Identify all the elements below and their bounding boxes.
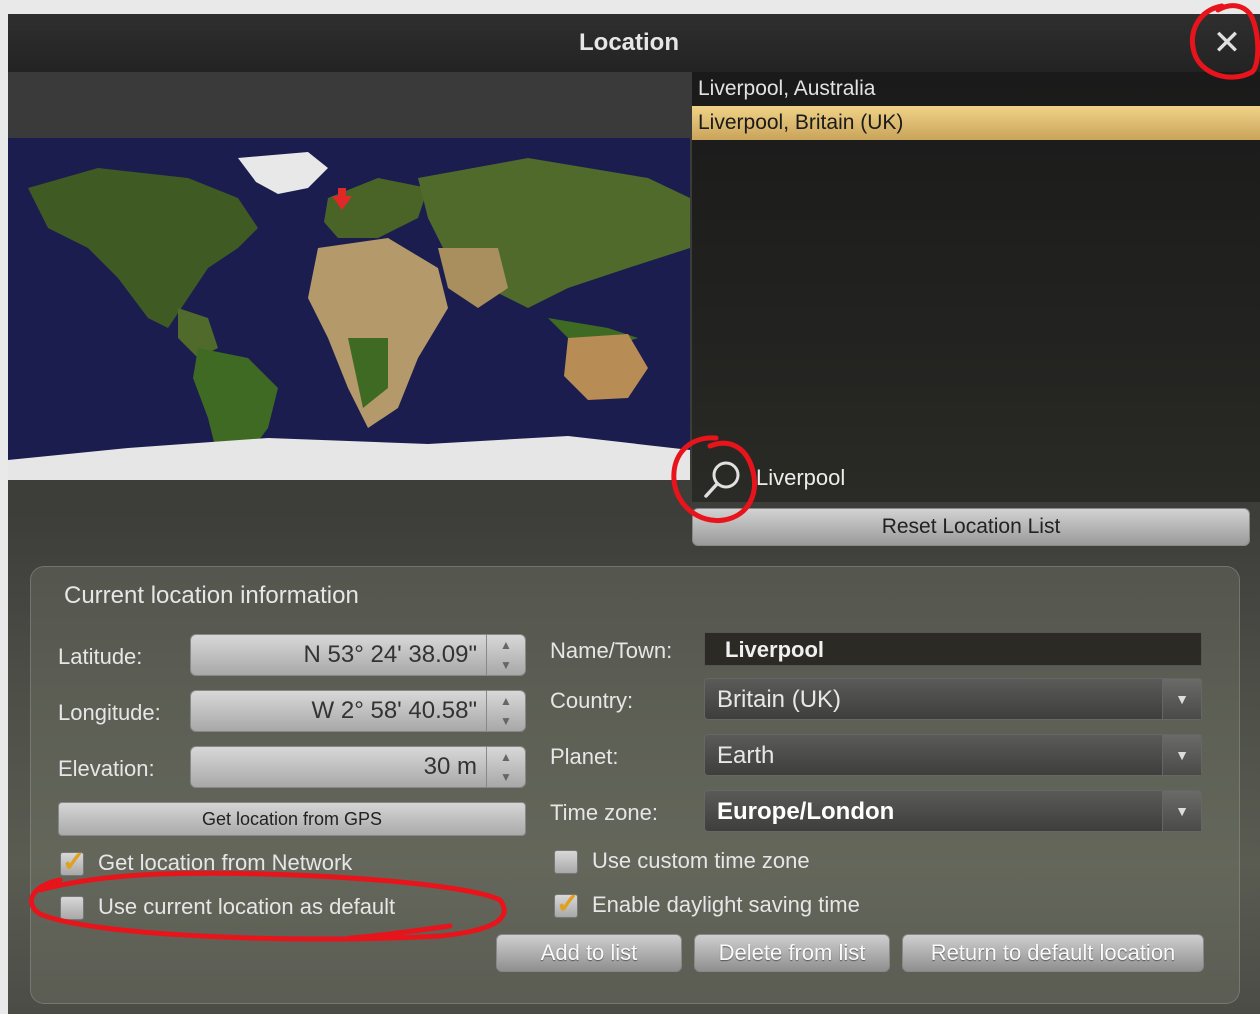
get-location-from-gps-button[interactable]: Get location from GPS	[58, 802, 526, 836]
check-icon: ✓	[62, 846, 86, 877]
latitude-spinbox[interactable]: N 53° 24' 38.09" ▲ ▼	[190, 634, 526, 676]
elevation-stepper[interactable]: ▲ ▼	[486, 747, 525, 787]
search-input[interactable]	[754, 460, 1238, 496]
location-dialog: Location ✕ Liverpool, Australia Liverpoo…	[8, 14, 1260, 1014]
world-map[interactable]	[8, 138, 690, 480]
chevron-up-icon[interactable]: ▲	[487, 635, 525, 655]
world-map-image	[8, 138, 690, 480]
title-bar[interactable]: Location ✕	[8, 14, 1260, 72]
location-list[interactable]: Liverpool, Australia Liverpool, Britain …	[692, 72, 1260, 502]
name-town-field[interactable]: Liverpool	[704, 632, 1202, 666]
chevron-up-icon[interactable]: ▲	[487, 747, 525, 767]
list-item[interactable]: Liverpool, Australia	[692, 72, 1260, 106]
map-header-area	[8, 72, 690, 138]
return-to-default-location-button[interactable]: Return to default location	[902, 934, 1204, 972]
country-select[interactable]: Britain (UK) ▼	[704, 678, 1202, 720]
longitude-spinbox[interactable]: W 2° 58' 40.58" ▲ ▼	[190, 690, 526, 732]
daylight-saving-label: Enable daylight saving time	[592, 892, 860, 917]
daylight-saving-checkbox[interactable]: ✓	[554, 888, 579, 919]
check-icon: ✓	[556, 888, 580, 919]
network-location-label: Get location from Network	[98, 850, 353, 875]
section-title: Current location information	[64, 582, 359, 609]
longitude-stepper[interactable]: ▲ ▼	[486, 691, 525, 731]
planet-select[interactable]: Earth ▼	[704, 734, 1202, 776]
chevron-down-icon[interactable]: ▼	[1162, 679, 1201, 719]
default-location-checkbox[interactable]	[60, 896, 84, 920]
chevron-down-icon[interactable]: ▼	[487, 711, 525, 731]
chevron-down-icon[interactable]: ▼	[1162, 735, 1201, 775]
custom-time-zone-label: Use custom time zone	[592, 848, 810, 873]
chevron-up-icon[interactable]: ▲	[487, 691, 525, 711]
planet-value: Earth	[717, 742, 775, 769]
chevron-down-icon[interactable]: ▼	[1162, 791, 1201, 831]
default-location-label: Use current location as default	[98, 894, 396, 919]
close-button[interactable]: ✕	[1210, 26, 1244, 60]
dialog-title: Location	[579, 29, 679, 56]
planet-label: Planet:	[550, 744, 619, 769]
custom-time-zone-checkbox[interactable]	[554, 850, 578, 874]
latitude-value: N 53° 24' 38.09"	[303, 641, 477, 668]
close-icon: ✕	[1212, 24, 1242, 62]
latitude-stepper[interactable]: ▲ ▼	[486, 635, 525, 675]
longitude-value: W 2° 58' 40.58"	[311, 697, 477, 724]
time-zone-select[interactable]: Europe/London ▼	[704, 790, 1202, 832]
latitude-label: Latitude:	[58, 644, 143, 669]
add-to-list-button[interactable]: Add to list	[496, 934, 682, 972]
time-zone-label: Time zone:	[550, 800, 659, 825]
list-item-selected[interactable]: Liverpool, Britain (UK)	[692, 106, 1260, 140]
country-label: Country:	[550, 688, 634, 713]
network-location-checkbox[interactable]: ✓	[60, 846, 85, 877]
longitude-label: Longitude:	[58, 700, 161, 725]
country-value: Britain (UK)	[717, 686, 842, 713]
time-zone-value: Europe/London	[717, 798, 895, 825]
delete-from-list-button[interactable]: Delete from list	[694, 934, 890, 972]
name-town-label: Name/Town:	[550, 638, 673, 663]
chevron-down-icon[interactable]: ▼	[487, 767, 525, 787]
chevron-down-icon[interactable]: ▼	[487, 655, 525, 675]
search-icon[interactable]	[700, 458, 744, 502]
reset-location-list-button[interactable]: Reset Location List	[692, 508, 1250, 546]
elevation-label: Elevation:	[58, 756, 155, 781]
elevation-spinbox[interactable]: 30 m ▲ ▼	[190, 746, 526, 788]
elevation-value: 30 m	[423, 753, 477, 780]
